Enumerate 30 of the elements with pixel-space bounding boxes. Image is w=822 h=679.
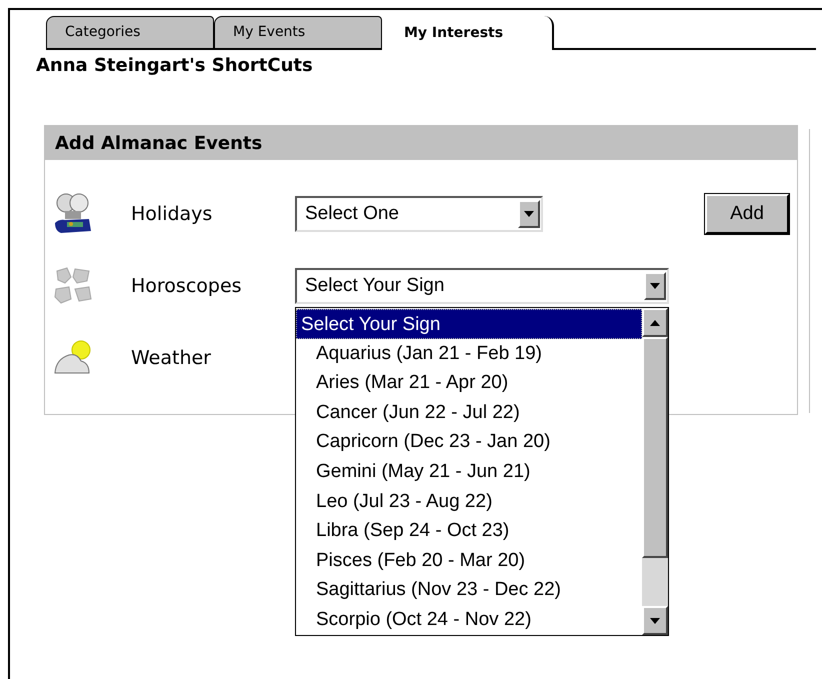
row-label: Horoscopes xyxy=(131,274,243,299)
dropdown-option[interactable]: Sagittarius (Nov 23 - Dec 22) xyxy=(296,575,642,605)
tab[interactable]: Categories xyxy=(46,16,214,50)
down-arrow-icon xyxy=(524,211,534,217)
scrollbar-track[interactable] xyxy=(642,308,668,635)
panel-title: Add Almanac Events xyxy=(45,126,797,160)
row-label: Holidays xyxy=(131,202,214,227)
lanterns-icon xyxy=(53,193,93,235)
dropdown-option[interactable]: Aquarius (Jan 21 - Feb 19) xyxy=(296,338,642,368)
up-arrow-icon xyxy=(650,320,660,326)
select-field[interactable]: Select One xyxy=(295,196,543,232)
add-button[interactable]: Add xyxy=(705,194,789,234)
dropdown-option[interactable]: Pisces (Feb 20 - Mar 20) xyxy=(296,546,642,576)
dropdown-option[interactable]: Aries (Mar 21 - Apr 20) xyxy=(296,368,642,398)
row-label: Weather xyxy=(131,346,212,371)
scroll-up-button[interactable] xyxy=(642,308,668,337)
dropdown-option[interactable]: Scorpio (Oct 24 - Nov 22) xyxy=(296,604,642,635)
page-title: Anna Steingart's ShortCuts xyxy=(36,54,314,78)
dropdown-option[interactable]: Select Your Sign xyxy=(296,309,642,339)
tab[interactable]: My Events xyxy=(214,16,382,50)
dropdown-option[interactable]: Leo (Jul 23 - Aug 22) xyxy=(296,486,642,516)
select-field[interactable]: Select Your Sign xyxy=(295,268,669,304)
dropdown-option[interactable]: Gemini (May 21 - Jun 21) xyxy=(296,456,642,487)
dropdown-option[interactable]: Cancer (Jun 22 - Jul 22) xyxy=(296,398,642,428)
down-arrow-icon xyxy=(650,283,660,289)
scroll-down-button[interactable] xyxy=(642,606,668,635)
dropdown-option[interactable]: Capricorn (Dec 23 - Jan 20) xyxy=(296,427,642,457)
dropdown-option[interactable]: Libra (Sep 24 - Oct 23) xyxy=(296,516,642,546)
down-arrow-icon xyxy=(650,618,660,624)
scrollbar-thumb[interactable] xyxy=(642,337,668,558)
